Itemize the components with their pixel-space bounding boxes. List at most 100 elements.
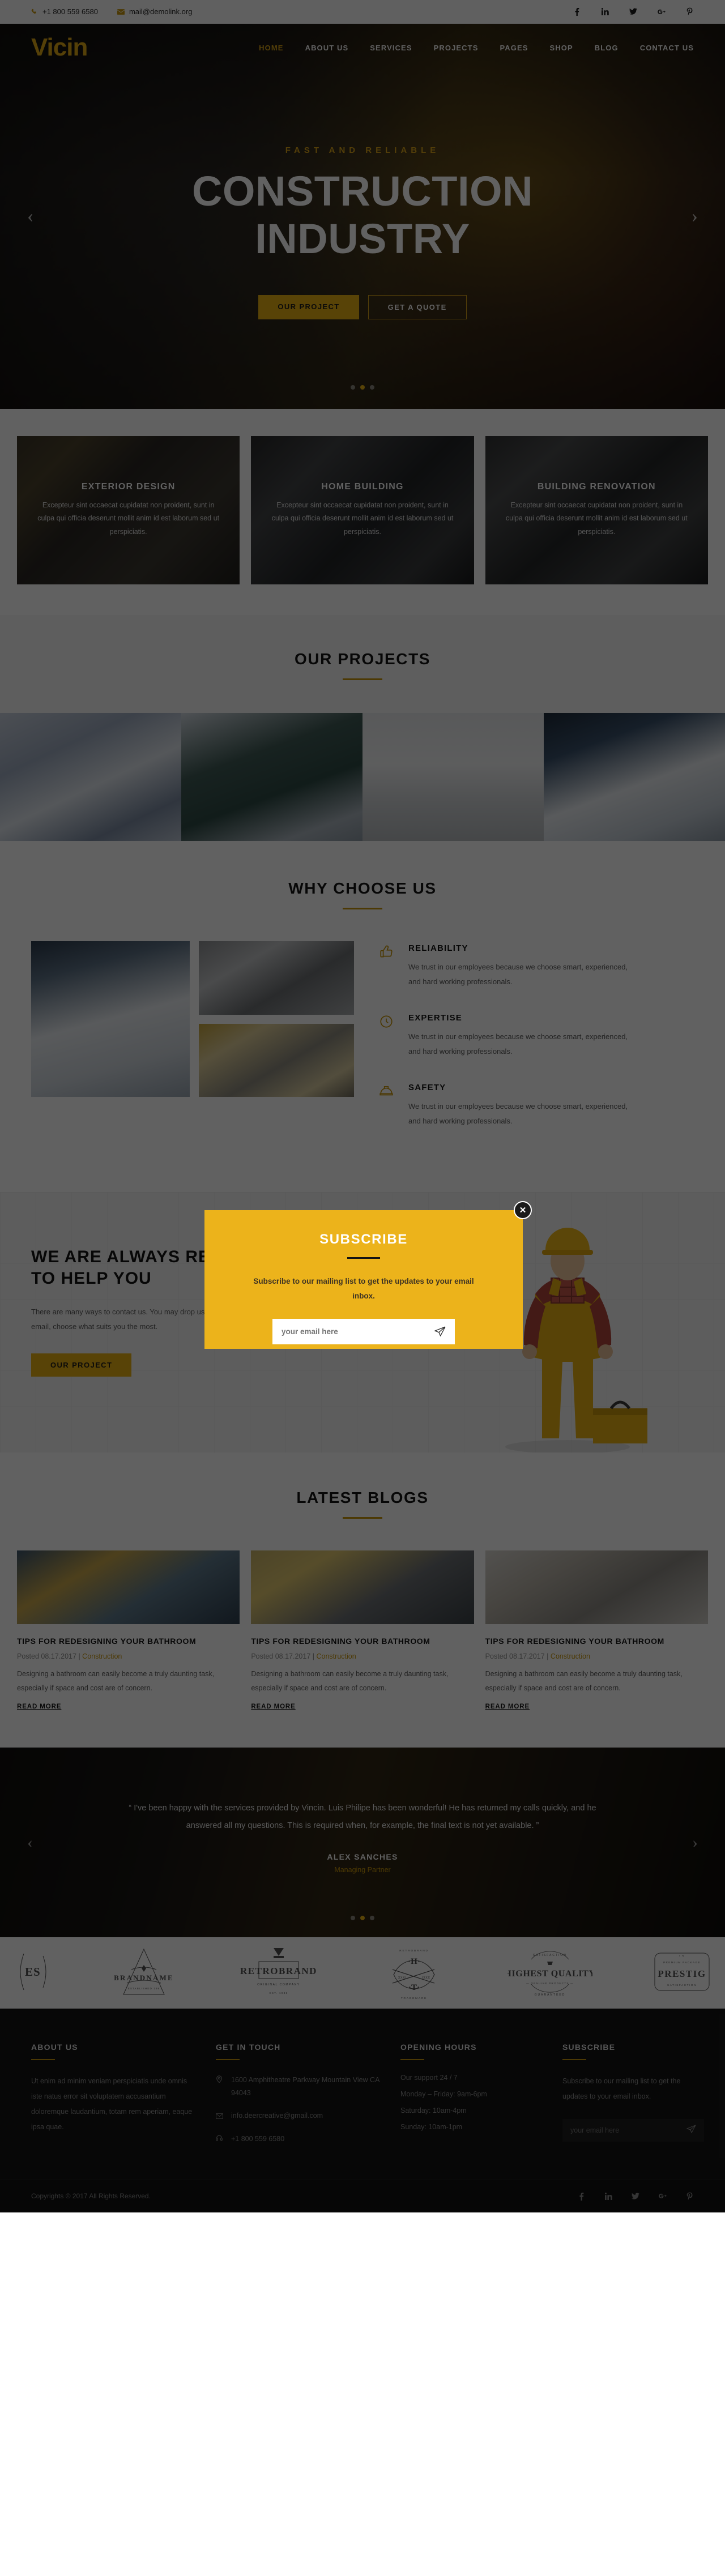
send-icon[interactable] bbox=[686, 2125, 696, 2136]
feature-title: RELIABILITY bbox=[408, 943, 468, 953]
linkedin-icon[interactable] bbox=[601, 7, 609, 16]
blog-category[interactable]: Construction bbox=[551, 1652, 590, 1660]
footer-touch-title: GET IN TOUCH bbox=[216, 2043, 281, 2052]
project-thumb-3[interactable] bbox=[362, 713, 544, 841]
brand-logo-6[interactable]: I N PREMIUM PACKAGE PRESTIG SATISFACTION bbox=[650, 1944, 714, 2002]
googleplus-icon[interactable] bbox=[658, 7, 666, 16]
blog-category[interactable]: Construction bbox=[317, 1652, 356, 1660]
facebook-icon[interactable] bbox=[573, 7, 581, 16]
envelope-icon bbox=[216, 2109, 224, 2124]
testimonial-pagination bbox=[0, 1916, 725, 1921]
hero-next-arrow[interactable]: › bbox=[692, 206, 698, 227]
testimonial-slider: “ I've been happy with the services prov… bbox=[0, 1748, 725, 1938]
svg-text:PRESTIG: PRESTIG bbox=[658, 1968, 706, 1979]
project-thumb-1[interactable] bbox=[0, 713, 181, 841]
testimonial-quote: “ I've been happy with the services prov… bbox=[129, 1804, 596, 1830]
testimonial-dot-1[interactable] bbox=[351, 1916, 355, 1921]
testimonial-prev-arrow[interactable]: ‹ bbox=[27, 1833, 33, 1852]
nav-item-services[interactable]: SERVICES bbox=[370, 44, 412, 52]
modal-subscribe-form[interactable] bbox=[272, 1318, 455, 1344]
footer-address-text: 1600 Amphitheatre Parkway Mountain View … bbox=[231, 2076, 379, 2097]
testimonial-dot-3[interactable] bbox=[370, 1916, 374, 1921]
feature-text: We trust in our employees because we cho… bbox=[408, 1102, 628, 1125]
brands-strip: ES I I BRANDNAME ESTABLISHED 199 RETROBR… bbox=[0, 1937, 725, 2009]
blog-card[interactable]: TIPS FOR REDESIGNING YOUR BATHROOM Poste… bbox=[485, 1550, 708, 1711]
svg-text:·T·: ·T· bbox=[408, 1983, 420, 1992]
svg-text:ORIGINAL COMPANY: ORIGINAL COMPANY bbox=[257, 1983, 300, 1987]
topbar-phone[interactable]: +1 800 559 6580 bbox=[31, 7, 98, 16]
twitter-icon[interactable] bbox=[629, 7, 637, 16]
project-thumb-2[interactable] bbox=[181, 713, 362, 841]
services-section: EXTERIOR DESIGN Excepteur sint occaecat … bbox=[0, 409, 725, 615]
nav-item-home[interactable]: HOME bbox=[259, 44, 283, 52]
service-card-exterior-design[interactable]: EXTERIOR DESIGN Excepteur sint occaecat … bbox=[17, 436, 240, 584]
blog-card[interactable]: TIPS FOR REDESIGNING YOUR BATHROOM Poste… bbox=[17, 1550, 240, 1711]
testimonial-next-arrow[interactable]: › bbox=[692, 1833, 698, 1852]
blog-title[interactable]: TIPS FOR REDESIGNING YOUR BATHROOM bbox=[251, 1635, 474, 1647]
read-more-link[interactable]: READ MORE bbox=[485, 1703, 530, 1710]
brand-logo-2[interactable]: BRANDNAME ESTABLISHED 199 bbox=[110, 1946, 178, 2001]
nav-item-shop[interactable]: SHOP bbox=[550, 44, 573, 52]
read-more-link[interactable]: READ MORE bbox=[251, 1703, 295, 1710]
blog-meta-sep: | bbox=[312, 1652, 315, 1661]
footer-hours-row: Saturday: 10am-4pm bbox=[400, 2107, 467, 2115]
topbar-phone-text: +1 800 559 6580 bbox=[42, 7, 98, 16]
nav-item-about-us[interactable]: ABOUT US bbox=[305, 44, 349, 52]
footer-email-input[interactable] bbox=[570, 2126, 686, 2135]
blog-card[interactable]: TIPS FOR REDESIGNING YOUR BATHROOM Poste… bbox=[251, 1550, 474, 1711]
hero-prev-arrow[interactable]: ‹ bbox=[27, 206, 33, 227]
get-a-quote-button[interactable]: GET A QUOTE bbox=[368, 294, 467, 319]
facebook-icon[interactable] bbox=[577, 2191, 585, 2201]
footer-subscribe-form[interactable] bbox=[562, 2119, 704, 2142]
footer-email[interactable]: info.deercreative@gmail.com bbox=[216, 2109, 380, 2124]
topbar-socials bbox=[573, 7, 694, 16]
site-footer: ABOUT US Ut enim ad minim veniam perspic… bbox=[0, 2009, 725, 2212]
blog-date: Posted 08.17.2017 bbox=[485, 1652, 545, 1661]
pinterest-icon[interactable] bbox=[686, 7, 694, 16]
read-more-link[interactable]: READ MORE bbox=[17, 1703, 61, 1710]
hero-dot-3[interactable] bbox=[370, 385, 374, 390]
brand-logo-3[interactable]: RETROBRAND ORIGINAL COMPANY EST. 1986 bbox=[236, 1946, 321, 2001]
nav-item-contact-us[interactable]: CONTACT US bbox=[640, 44, 694, 52]
project-thumb-4[interactable] bbox=[544, 713, 725, 841]
footer-hours-row: Our support 24 / 7 bbox=[400, 2074, 458, 2082]
footer-about: ABOUT US Ut enim ad minim veniam perspic… bbox=[31, 2043, 195, 2147]
blog-title[interactable]: TIPS FOR REDESIGNING YOUR BATHROOM bbox=[485, 1635, 708, 1647]
modal-email-input[interactable] bbox=[282, 1327, 434, 1336]
brand-logo-1[interactable]: ES I I bbox=[11, 1949, 52, 1997]
title-underline bbox=[343, 908, 382, 909]
hero-pagination bbox=[0, 385, 725, 390]
hero-dot-2[interactable] bbox=[360, 385, 365, 390]
blog-title[interactable]: TIPS FOR REDESIGNING YOUR BATHROOM bbox=[17, 1635, 240, 1647]
help-our-project-button[interactable]: OUR PROJECT bbox=[31, 1353, 132, 1377]
testimonial-dot-2[interactable] bbox=[360, 1916, 365, 1921]
phone-icon bbox=[216, 2133, 224, 2147]
blog-category[interactable]: Construction bbox=[82, 1652, 122, 1660]
hero-title: CONSTRUCTION INDUSTRY bbox=[192, 168, 533, 263]
hero-dot-1[interactable] bbox=[351, 385, 355, 390]
brand-logo-5[interactable]: SATISFACTION HIGHEST QUALITY — GENUINE P… bbox=[504, 1945, 595, 2002]
footer-phone[interactable]: +1 800 559 6580 bbox=[216, 2133, 380, 2147]
send-icon[interactable] bbox=[434, 1326, 446, 1337]
pinterest-icon[interactable] bbox=[686, 2191, 694, 2201]
nav-item-blog[interactable]: BLOG bbox=[595, 44, 619, 52]
nav-item-projects[interactable]: PROJECTS bbox=[434, 44, 479, 52]
twitter-icon[interactable] bbox=[632, 2191, 639, 2201]
close-icon[interactable]: ✕ bbox=[514, 1201, 532, 1219]
svg-text:SATISFACTION: SATISFACTION bbox=[533, 1954, 567, 1957]
hero-buttons: OUR PROJECT GET A QUOTE bbox=[258, 294, 467, 319]
googleplus-icon[interactable] bbox=[659, 2191, 667, 2201]
topbar-email[interactable]: mail@demolink.org bbox=[117, 7, 192, 16]
brand-logo-4[interactable]: ·H· ·T· XXXI IXXX RETROBRAND TRADEMARK bbox=[379, 1942, 449, 2004]
service-card-building-renovation[interactable]: BUILDING RENOVATION Excepteur sint occae… bbox=[485, 436, 708, 584]
thumbs-up-icon bbox=[379, 943, 398, 989]
feature-expertise: EXPERTISE We trust in our employees beca… bbox=[379, 1013, 694, 1059]
svg-text:I N: I N bbox=[679, 1954, 685, 1957]
nav-item-pages[interactable]: PAGES bbox=[500, 44, 528, 52]
our-project-button[interactable]: OUR PROJECT bbox=[258, 294, 359, 319]
site-logo[interactable]: Vicin bbox=[31, 35, 88, 60]
service-card-home-building[interactable]: HOME BUILDING Excepteur sint occaecat cu… bbox=[251, 436, 474, 584]
blog-excerpt: Designing a bathroom can easily become a… bbox=[485, 1670, 683, 1693]
linkedin-icon[interactable] bbox=[604, 2191, 612, 2201]
main-navigation: HOME ABOUT US SERVICES PROJECTS PAGES SH… bbox=[259, 44, 694, 52]
